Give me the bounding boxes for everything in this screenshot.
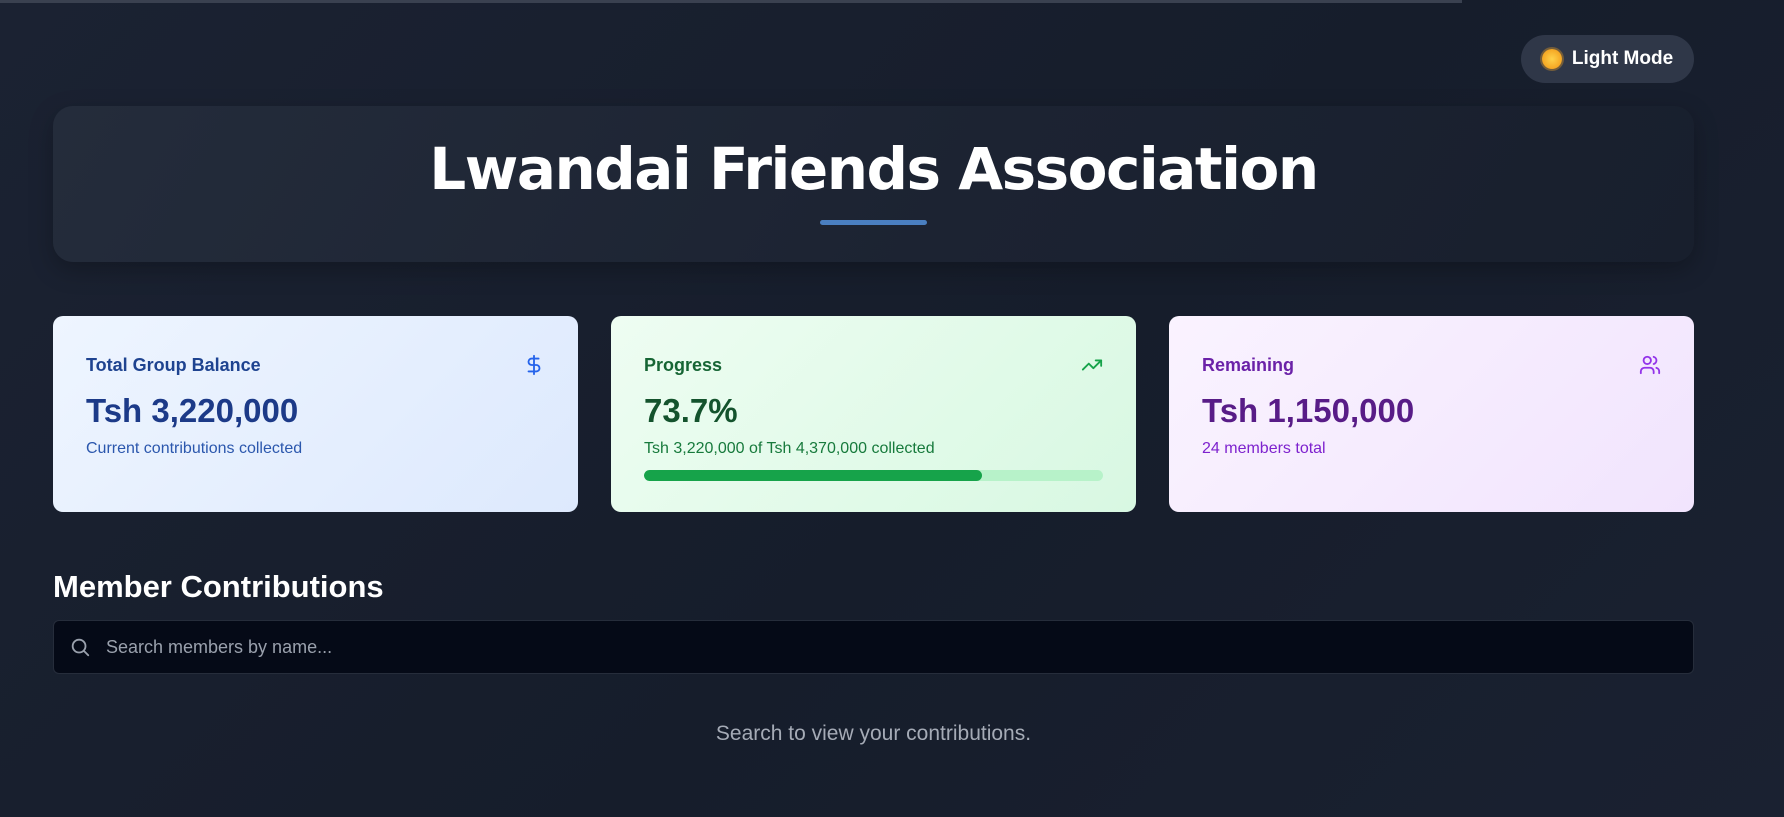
theme-toggle-button[interactable]: Light Mode bbox=[1521, 35, 1694, 83]
trending-up-icon bbox=[1081, 359, 1103, 371]
empty-state-message: Search to view your contributions. bbox=[715, 722, 1032, 745]
title-underline bbox=[820, 219, 927, 225]
card-remaining: Remaining Tsh 1,150,000 24 members total bbox=[1169, 316, 1694, 512]
card-value: Tsh 3,220,000 bbox=[86, 392, 299, 429]
card-subtitle: 24 members total bbox=[1202, 440, 1326, 457]
card-subtitle: Current contributions collected bbox=[86, 440, 303, 457]
member-search[interactable] bbox=[53, 620, 1694, 674]
card-value: 73.7% bbox=[644, 392, 738, 429]
card-title: Remaining bbox=[1202, 354, 1295, 375]
window-top-border bbox=[0, 0, 1462, 3]
sun-icon bbox=[1541, 49, 1562, 69]
card-value: Tsh 1,150,000 bbox=[1202, 392, 1415, 429]
theme-toggle-label: Light Mode bbox=[1571, 48, 1674, 69]
card-subtitle: Tsh 3,220,000 of Tsh 4,370,000 collected bbox=[644, 440, 935, 457]
progress-bar-fill bbox=[644, 470, 983, 481]
search-input[interactable] bbox=[91, 621, 1693, 673]
users-icon bbox=[1639, 355, 1661, 375]
progress-bar bbox=[644, 470, 1103, 481]
card-title: Progress bbox=[644, 354, 723, 375]
page-title: Lwandai Friends Association bbox=[429, 134, 1319, 203]
search-icon bbox=[71, 638, 90, 657]
dollar-icon bbox=[527, 354, 541, 376]
summary-cards: Total Group Balance Tsh 3,220,000 Curren… bbox=[53, 316, 1694, 512]
card-title: Total Group Balance bbox=[86, 354, 261, 375]
header-banner: Lwandai Friends Association bbox=[53, 106, 1694, 262]
card-progress: Progress 73.7% Tsh 3,220,000 of Tsh 4,37… bbox=[611, 316, 1136, 512]
section-title: Member Contributions bbox=[53, 569, 384, 604]
card-total-balance: Total Group Balance Tsh 3,220,000 Curren… bbox=[53, 316, 578, 512]
